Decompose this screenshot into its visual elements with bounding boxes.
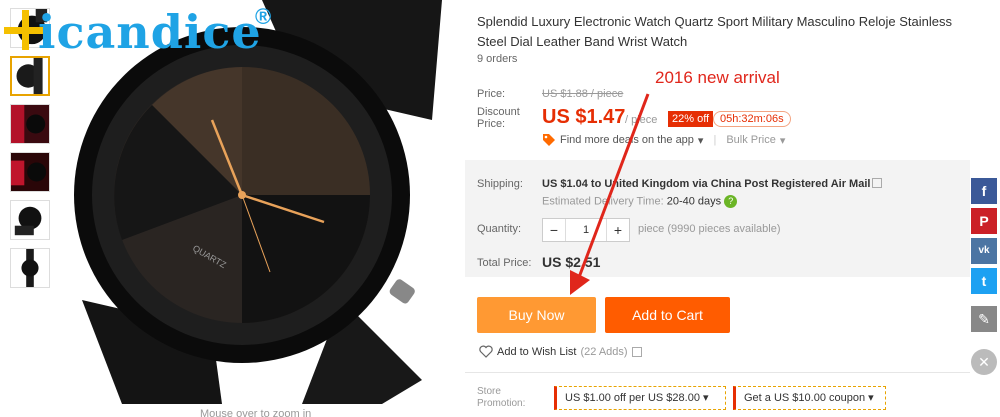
- delivery-unit: days: [697, 195, 722, 208]
- product-info: Splendid Luxury Electronic Watch Quartz …: [465, 0, 970, 417]
- promotion-coupon[interactable]: US $1.00 off per US $28.00 ▾: [554, 386, 726, 410]
- close-icon[interactable]: ✕: [971, 349, 997, 375]
- thumbnail-2[interactable]: [10, 104, 50, 144]
- add-to-cart-button[interactable]: Add to Cart: [605, 297, 730, 333]
- delivery-days: 20-40: [666, 195, 695, 208]
- thumbnail-3[interactable]: [10, 152, 50, 192]
- countdown-timer: 05h:32m:06s: [713, 111, 791, 127]
- twitter-icon[interactable]: t: [971, 268, 997, 294]
- brand-logo: icandice ®: [0, 4, 290, 59]
- edit-icon[interactable]: ✎: [971, 306, 997, 332]
- store-coupon[interactable]: Get a US $10.00 coupon ▾: [733, 386, 886, 410]
- thumbnail-4[interactable]: [10, 200, 50, 240]
- social-share-bar: f P vk t ✎: [971, 178, 999, 336]
- dropdown-icon[interactable]: [872, 178, 883, 189]
- discount-price-label: Discount Price:: [477, 106, 520, 130]
- add-to-wishlist-link[interactable]: Add to Wish List: [497, 346, 576, 358]
- wishlist-row[interactable]: Add to Wish List (22 Adds): [479, 345, 642, 358]
- main-product-image[interactable]: QUARTZ: [62, 0, 462, 404]
- buy-now-button[interactable]: Buy Now: [477, 297, 596, 333]
- price-label: Price:: [477, 88, 506, 100]
- chevron-down-icon: ▾: [703, 392, 709, 404]
- dropdown-icon[interactable]: [631, 346, 642, 357]
- thumbnail-5[interactable]: [10, 248, 50, 288]
- wishlist-count: (22 Adds): [580, 345, 628, 358]
- pinterest-icon[interactable]: P: [971, 208, 997, 234]
- store-promotion-label: Store Promotion:: [477, 386, 526, 409]
- product-page: QUARTZ Mouse over to zoom in icandice ® …: [0, 0, 1000, 417]
- new-arrival-annotation: 2016 new arrival: [655, 68, 780, 87]
- thumbnail-1[interactable]: [10, 56, 50, 96]
- chevron-down-icon: ▾: [779, 134, 786, 147]
- registered-mark: ®: [255, 4, 272, 29]
- help-icon[interactable]: ?: [724, 195, 738, 208]
- total-price-label: Total Price:: [477, 257, 532, 269]
- chevron-down-icon: ▾: [868, 392, 874, 404]
- chevron-down-icon: ▾: [697, 134, 704, 147]
- brand-name: icandice: [38, 5, 262, 59]
- quantity-label: Quantity:: [477, 223, 522, 235]
- heart-icon: [479, 345, 493, 358]
- divider: [465, 372, 970, 373]
- discount-badge: 22% off: [668, 111, 714, 127]
- annotation-arrow: [570, 93, 650, 295]
- product-title: Splendid Luxury Electronic Watch Quartz …: [477, 14, 952, 49]
- vk-icon[interactable]: vk: [971, 238, 997, 264]
- shipping-label: Shipping:: [477, 178, 523, 190]
- order-count: 9 orders: [477, 53, 518, 65]
- zoom-hint: Mouse over to zoom in: [200, 408, 312, 417]
- bulk-price-link[interactable]: Bulk Price: [726, 134, 776, 146]
- facebook-icon[interactable]: f: [971, 178, 997, 204]
- price-tag-icon: [543, 134, 555, 146]
